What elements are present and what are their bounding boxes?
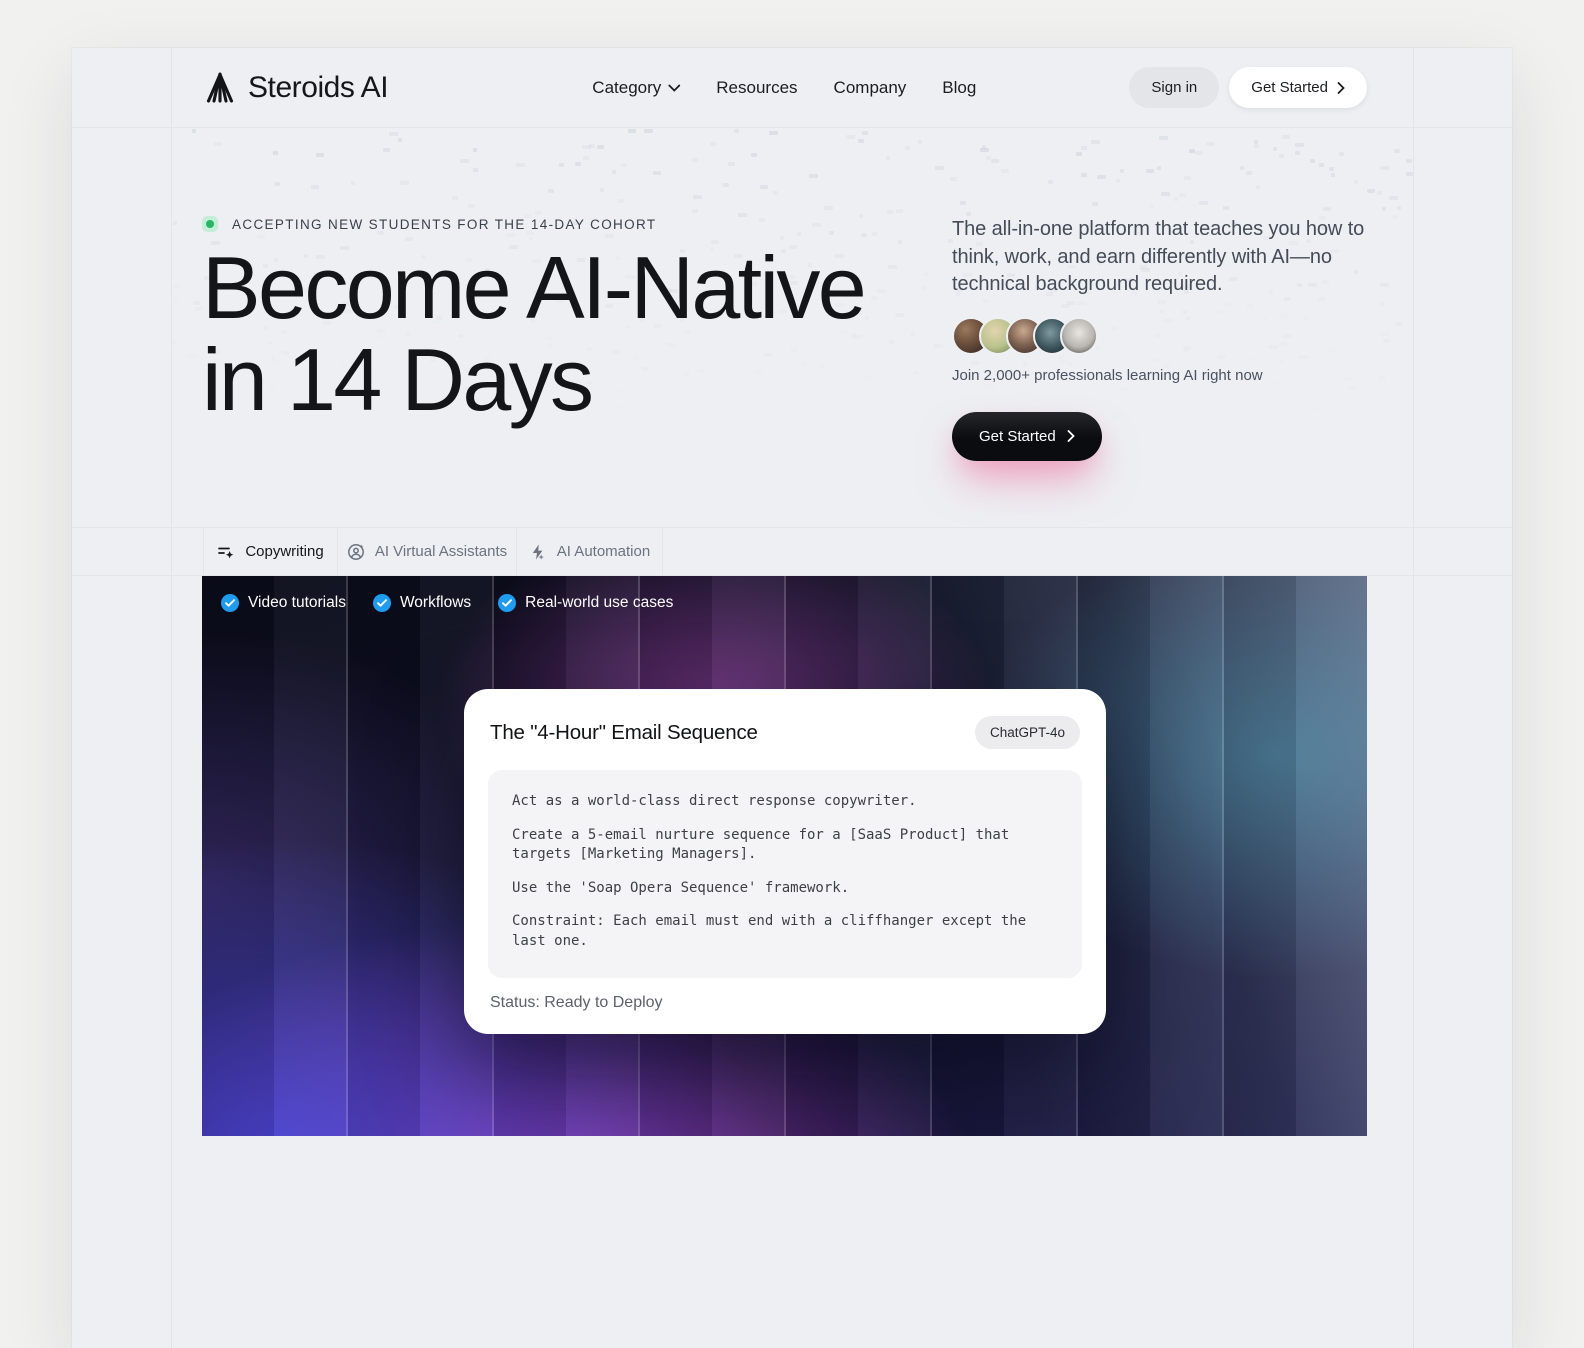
cohort-badge: ACCEPTING NEW STUDENTS FOR THE 14-DAY CO… [202,216,864,232]
get-started-label: Get Started [1251,79,1328,96]
prompt-text: Act as a world-class direct response cop… [488,770,1082,978]
hero-get-started-button[interactable]: Get Started [952,411,1102,461]
brand-name: Steroids AI [248,70,389,104]
prompt-card-title: The "4-Hour" Email Sequence [490,720,758,744]
assistant-icon [347,543,364,560]
hero-title: Become AI-Native in 14 Days [202,241,867,430]
feature-label: Real-world use cases [525,594,674,611]
brand-logo-icon [202,70,238,106]
brand-logo[interactable]: Steroids AI [202,70,389,106]
prompt-line: Create a 5-email nurture sequence for a … [512,826,1010,863]
bolt-icon [532,544,544,560]
check-icon [221,594,239,612]
category-tabs: Copywriting AI Virtual Assistants AI Aut… [72,527,1512,576]
hero-title-line1: Become AI-Native [202,238,867,337]
prompt-card: The "4-Hour" Email Sequence ChatGPT-4o A… [464,689,1106,1034]
hero-left: ACCEPTING NEW STUDENTS FOR THE 14-DAY CO… [202,216,867,430]
nav-company-label: Company [833,78,907,97]
feature-label: Workflows [399,594,472,611]
sign-in-button[interactable]: Sign in [1129,67,1220,108]
prompt-line: Use the 'Soap Opera Sequence' framework. [512,879,850,896]
tab-ai-virtual-assistants[interactable]: AI Virtual Assistants [338,528,517,575]
showcase-image: Video tutorials Workflows Real-world use… [202,576,1367,1136]
main-surface: Steroids AI Category Resources Company B… [72,48,1512,1348]
nav-blog[interactable]: Blog [942,78,976,98]
feature-label: Video tutorials [248,594,346,611]
main-nav: Category Resources Company Blog [592,48,976,128]
get-started-button-header[interactable]: Get Started [1229,67,1367,108]
avatar-group [952,316,1376,355]
tab-ai-automation[interactable]: AI Automation [517,528,663,575]
nav-blog-label: Blog [942,78,977,97]
header-actions: Sign in Get Started [1129,67,1367,108]
prompt-line: Constraint: Each email must end with a c… [512,913,1027,949]
hero-right: The all-in-one platform that teaches you… [952,216,1376,461]
model-badge: ChatGPT-4o [974,716,1080,749]
prompt-line: Act as a world-class direct response cop… [512,793,917,809]
hero-cta-label: Get Started [979,427,1056,445]
hero-title-line2: in 14 Days [202,330,594,430]
nav-resources[interactable]: Resources [716,78,797,98]
feature-list: Video tutorials Workflows Real-world use… [221,594,673,612]
chevron-down-icon [668,84,681,92]
tab-copywriting[interactable]: Copywriting [203,528,338,575]
prompt-card-header: The "4-Hour" Email Sequence ChatGPT-4o [464,689,1106,770]
social-proof-text: Join 2,000+ professionals learning AI ri… [952,366,1263,384]
nav-resources-label: Resources [716,78,798,97]
hero-description: The all-in-one platform that teaches you… [952,218,1365,296]
status-dot-icon [202,216,218,232]
cohort-badge-label: ACCEPTING NEW STUDENTS FOR THE 14-DAY CO… [232,216,657,232]
header: Steroids AI Category Resources Company B… [72,48,1512,128]
hero-section: ACCEPTING NEW STUDENTS FOR THE 14-DAY CO… [72,128,1512,527]
feature-workflows: Workflows [372,594,472,612]
feature-video-tutorials: Video tutorials [221,594,346,612]
status-text: Status: Ready to Deploy [490,993,663,1011]
pen-sparkle-icon [218,547,234,558]
nav-company[interactable]: Company [834,78,907,98]
tab-ai-automation-label: AI Automation [556,543,651,560]
check-icon [498,594,517,612]
feature-real-world-use-cases: Real-world use cases [498,594,673,612]
chevron-right-icon [1337,81,1345,94]
check-icon [372,594,391,612]
chevron-right-icon [1067,430,1075,443]
avatar [1060,316,1098,355]
tab-ai-virtual-assistants-label: AI Virtual Assistants [374,543,508,560]
nav-category-label: Category [592,78,662,97]
nav-category[interactable]: Category [592,78,681,98]
tab-copywriting-label: Copywriting [245,543,324,560]
